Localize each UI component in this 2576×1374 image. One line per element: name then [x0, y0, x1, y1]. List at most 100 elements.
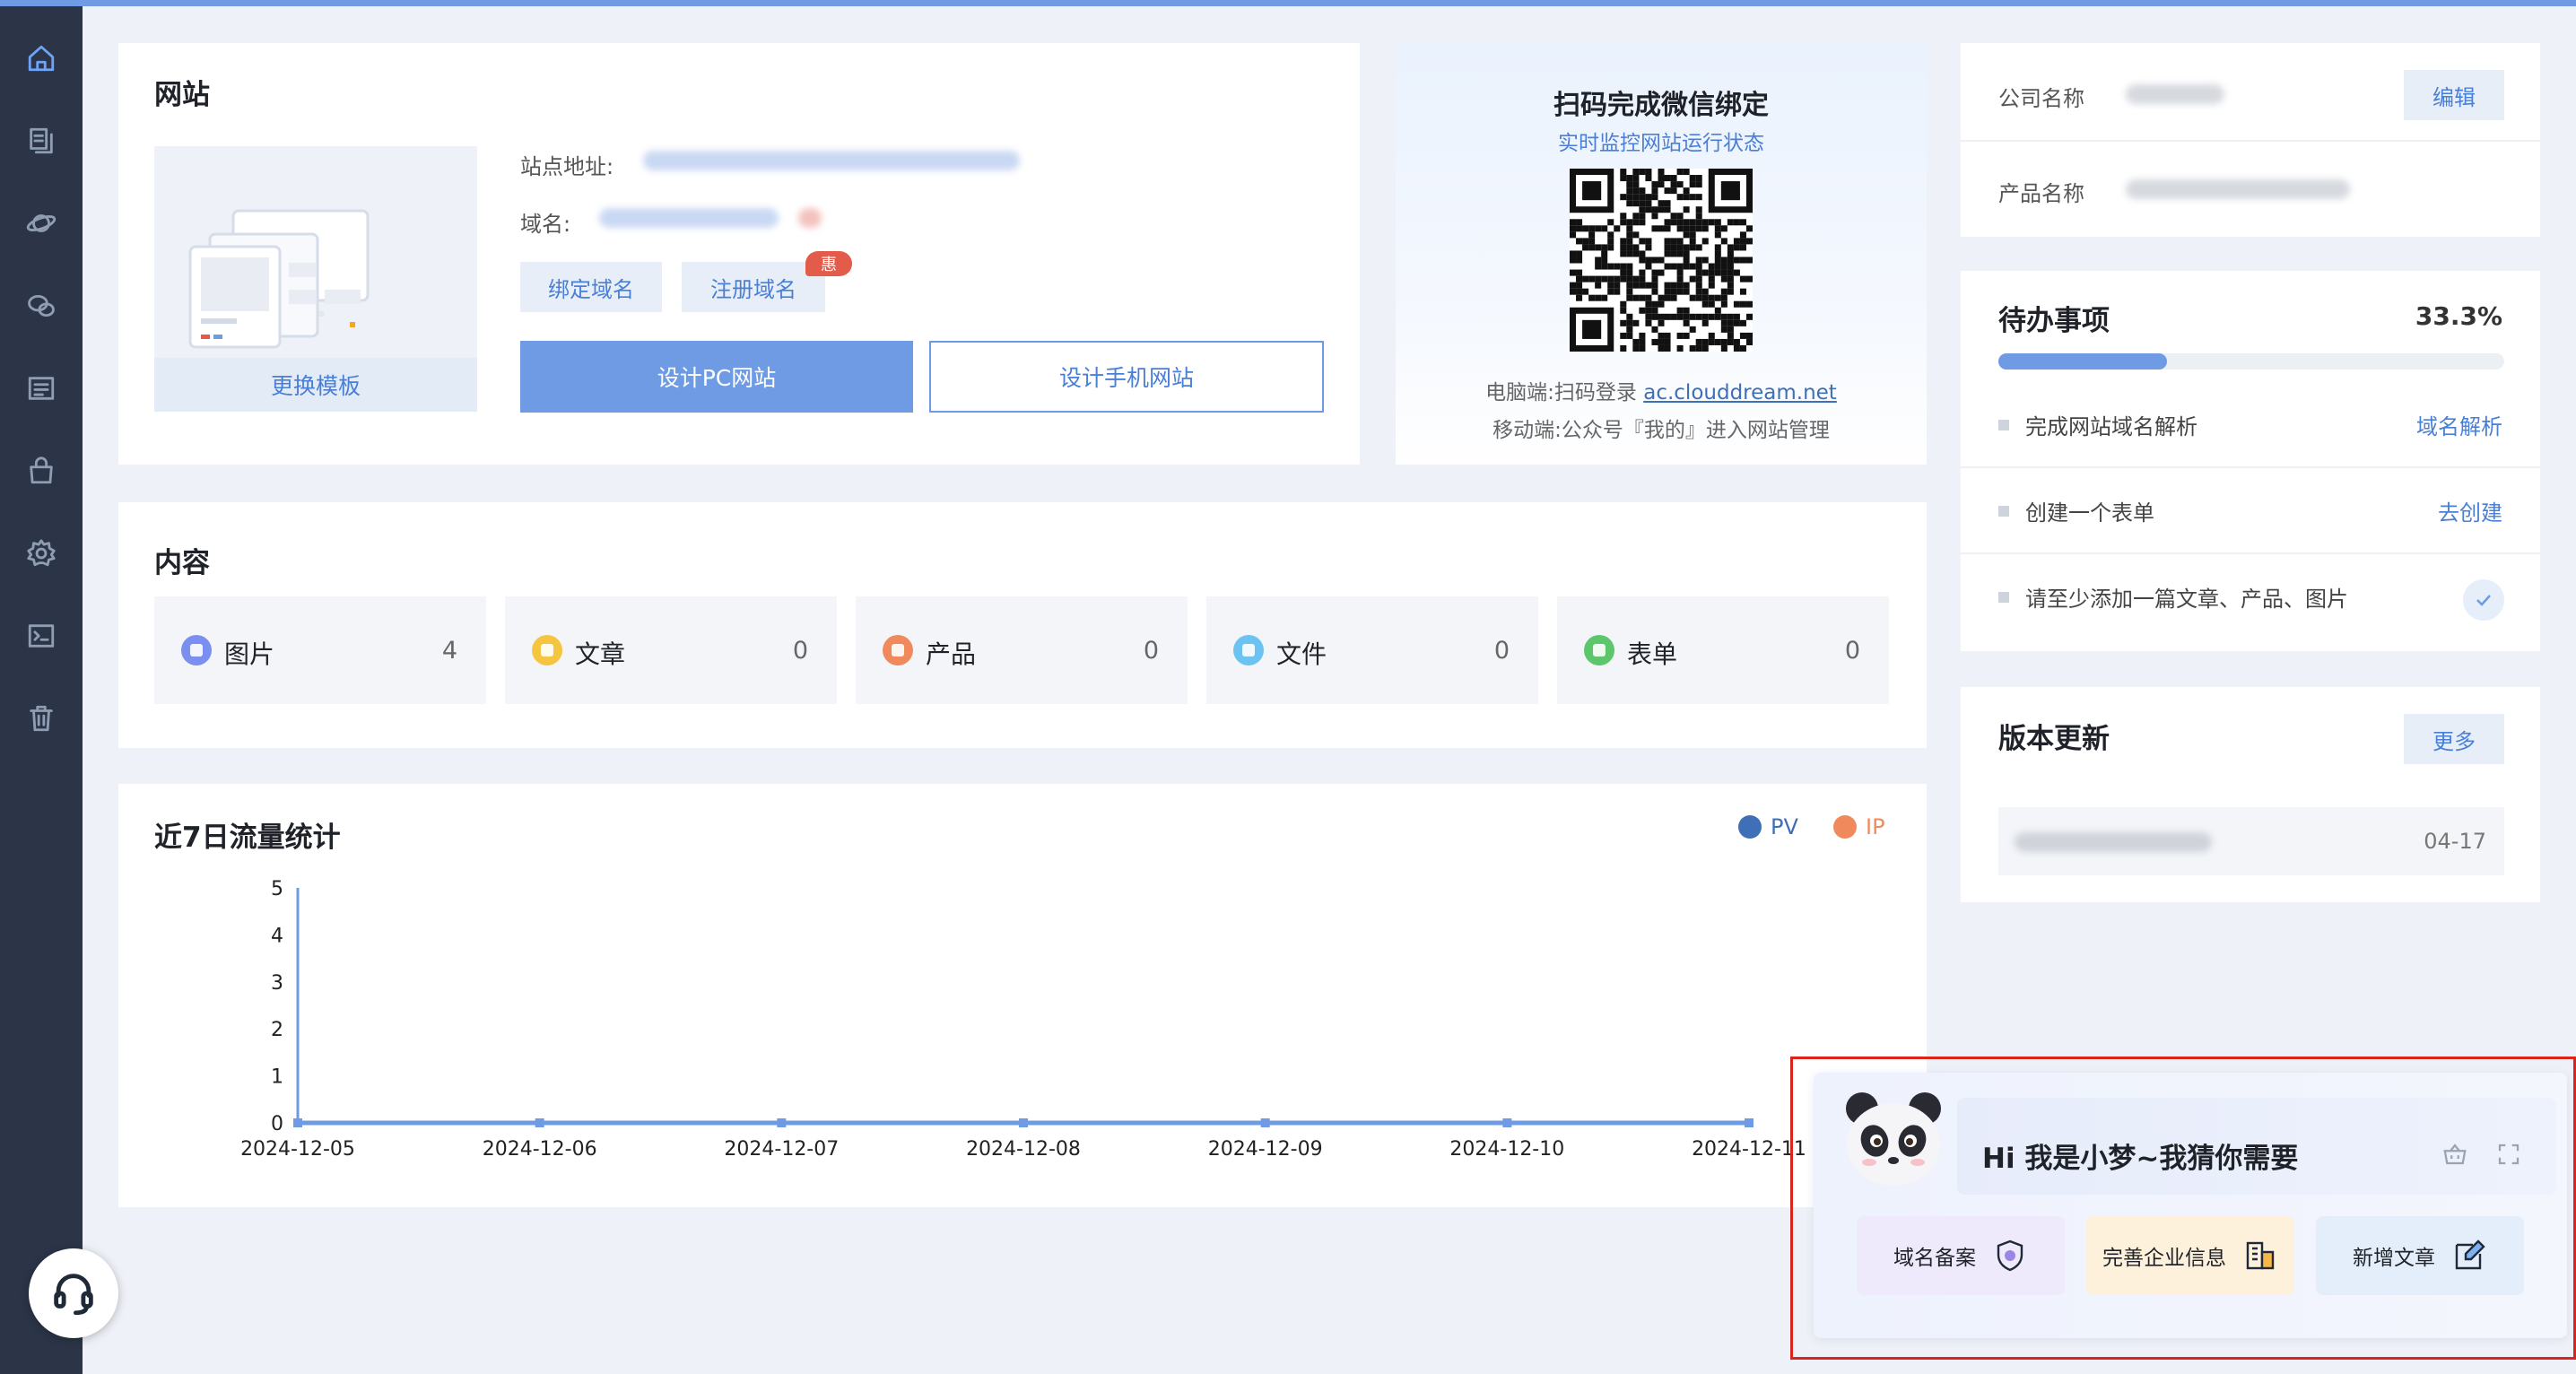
x-tick-label: 2024-12-10 [1449, 1138, 1564, 1161]
wechat-bind-title: 扫码完成微信绑定 [1553, 90, 1769, 121]
todo-card: 待办事项 33.3% 完成网站域名解析 域名解析 创建一个表单 去创建 请至少添… [1961, 271, 2540, 651]
todo-bullet [1998, 420, 2009, 430]
domain-value-redacted[interactable] [599, 208, 779, 228]
tile-label: 图片 [224, 639, 275, 669]
expand-icon[interactable] [2495, 1141, 2522, 1168]
trash-icon [30, 705, 53, 732]
todo-action-domain-resolve[interactable]: 域名解析 [2416, 409, 2502, 440]
version-item[interactable]: 04-17 [1998, 807, 2504, 875]
wechat-icon [28, 294, 55, 317]
assistant-action-label: 新增文章 [2353, 1247, 2435, 1270]
design-mobile-button[interactable]: 设计手机网站 [929, 341, 1324, 413]
version-update-card: 版本更新 更多 04-17 [1961, 687, 2540, 902]
register-domain-button[interactable]: 注册域名 [682, 262, 825, 312]
data-point [535, 1118, 544, 1127]
y-tick-label: 2 [271, 1019, 283, 1041]
gear-icon [27, 539, 56, 567]
home-icon [28, 45, 55, 72]
todo-done-check [2463, 579, 2504, 621]
divider [1961, 140, 2540, 142]
product-icon [883, 635, 913, 665]
folder-icon [1233, 635, 1264, 665]
pc-login-link[interactable]: ac.clouddream.net [1643, 381, 1837, 404]
y-tick-label: 0 [271, 1113, 283, 1135]
todo-progress-fill [1998, 353, 2167, 370]
sidebar-item-home[interactable] [0, 17, 83, 100]
sidebar-item-list[interactable] [0, 347, 83, 430]
todo-action-create-form[interactable]: 去创建 [2438, 495, 2502, 526]
building-icon [2246, 1241, 2275, 1270]
tile-count: 0 [1493, 637, 1510, 665]
sidebar-item-planet[interactable] [0, 182, 83, 265]
assistant-action-company-info[interactable]: 完善企业信息 [2086, 1216, 2294, 1295]
todo-percent: 33.3% [2415, 301, 2502, 331]
product-name-redacted [2126, 179, 2350, 199]
mobile-login-text: 移动端:公众号『我的』进入网站管理 [1493, 419, 1830, 442]
tile-label: 表单 [1627, 639, 1678, 669]
x-tick-label: 2024-12-07 [724, 1138, 839, 1161]
domain-status-redacted [798, 208, 822, 228]
traffic-line-chart: 0 1 2 3 4 5 2024-12-05 2024-12-06 2024-12-07 2024… [240, 878, 1806, 1161]
tile-label: 文件 [1276, 639, 1327, 669]
content-tile-products[interactable]: 产品 0 [856, 596, 1188, 704]
data-point [1745, 1118, 1754, 1127]
product-name-label: 产品名称 [1998, 181, 2084, 206]
site-address-value-redacted[interactable] [643, 151, 1020, 170]
assistant-greeting: Hi 我是小梦~我猜你需要 [1982, 1143, 2299, 1175]
wechat-bind-subtitle: 实时监控网站运行状态 [1558, 132, 1764, 155]
customer-support-button[interactable] [29, 1248, 118, 1338]
todo-progress-bar [1998, 353, 2504, 370]
company-name-redacted [2126, 84, 2224, 104]
sidebar-item-shop[interactable] [0, 430, 83, 512]
version-name-redacted [2015, 832, 2212, 852]
x-tick-label: 2024-12-05 [240, 1138, 355, 1161]
todo-item-text: 完成网站域名解析 [2025, 414, 2197, 439]
content-tile-forms[interactable]: 表单 0 [1557, 596, 1889, 704]
sidebar-item-settings[interactable] [0, 512, 83, 595]
divider [1961, 552, 2540, 554]
todo-item-text: 创建一个表单 [2025, 500, 2154, 526]
bind-domain-button[interactable]: 绑定域名 [520, 262, 662, 312]
shield-icon [1997, 1239, 2023, 1272]
content-tile-files[interactable]: 文件 0 [1206, 596, 1538, 704]
data-point [1502, 1118, 1512, 1127]
terminal-icon [28, 624, 55, 648]
sidebar-item-terminal[interactable] [0, 595, 83, 677]
y-tick-label: 1 [271, 1066, 283, 1089]
design-pc-button[interactable]: 设计PC网站 [520, 341, 913, 413]
shop-icon [30, 457, 53, 484]
edit-doc-icon [2455, 1239, 2485, 1270]
y-tick-label: 3 [271, 972, 283, 995]
tile-count: 0 [792, 637, 808, 665]
x-tick-label: 2024-12-11 [1692, 1138, 1806, 1161]
more-versions-button[interactable]: 更多 [2404, 714, 2504, 764]
data-point [1019, 1118, 1028, 1127]
pages-icon [30, 127, 53, 154]
basket-icon[interactable] [2441, 1141, 2468, 1168]
sidebar-item-wechat[interactable] [0, 265, 83, 347]
discount-badge: 惠 [805, 251, 852, 276]
data-point [1260, 1118, 1270, 1127]
list-icon [28, 377, 55, 400]
site-address-label: 站点地址: [520, 154, 614, 179]
content-tile-articles[interactable]: 文章 0 [505, 596, 837, 704]
form-icon [1584, 635, 1614, 665]
template-preview-illustration [188, 209, 370, 349]
content-tile-images[interactable]: 图片 4 [154, 596, 486, 704]
website-title: 网站 [154, 79, 210, 111]
sidebar [0, 6, 83, 1374]
company-info-card: 公司名称 编辑 产品名称 [1961, 43, 2540, 237]
todo-bullet [1998, 592, 2009, 603]
change-template-button[interactable]: 更换模板 [154, 358, 477, 412]
edit-company-button[interactable]: 编辑 [2404, 70, 2504, 120]
check-icon [2476, 595, 2491, 606]
assistant-action-domain-filing[interactable]: 域名备案 [1857, 1216, 2065, 1295]
template-thumbnail[interactable]: 更换模板 [154, 146, 477, 412]
tile-label: 文章 [575, 639, 626, 669]
website-card: 网站 更换模板 站点地址: 域名: 绑定域名 注册域名 惠 设计PC网站 设计手… [118, 43, 1360, 465]
data-point [293, 1118, 302, 1127]
sidebar-item-pages[interactable] [0, 100, 83, 182]
assistant-action-label: 域名备案 [1893, 1247, 1976, 1270]
sidebar-item-trash[interactable] [0, 677, 83, 760]
assistant-action-new-article[interactable]: 新增文章 [2316, 1216, 2524, 1295]
